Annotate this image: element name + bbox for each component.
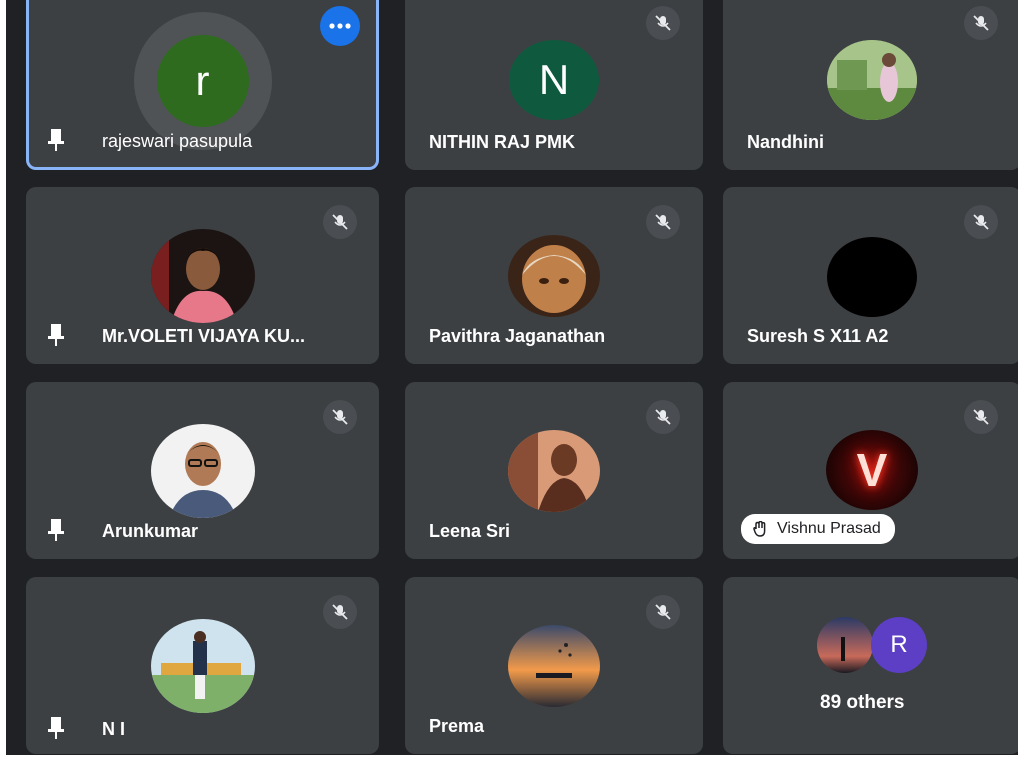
participant-name: Nandhini <box>747 132 824 152</box>
participant-name: Mr.VOLETI VIJAYA KU... <box>102 326 306 346</box>
participant-tile-rajeswari[interactable]: r rajeswari pasupula <box>26 0 379 170</box>
mic-off-icon <box>646 6 680 40</box>
avatar-photo <box>827 40 917 120</box>
avatar-photo <box>508 430 600 512</box>
participant-tile-leena[interactable]: Leena Sri <box>405 382 703 559</box>
raised-hand-icon <box>753 521 766 537</box>
avatar-photo <box>508 625 600 707</box>
pin-icon[interactable] <box>46 717 66 739</box>
participant-name: Vishnu Prasad <box>777 520 881 537</box>
participant-tile-prema[interactable]: Prema <box>405 577 703 754</box>
participant-name: Prema <box>429 716 485 736</box>
avatar-photo <box>827 237 917 317</box>
pin-icon[interactable] <box>46 324 66 346</box>
participant-name: Pavithra Jaganathan <box>429 326 606 346</box>
others-avatar-photo <box>817 617 873 673</box>
participant-tile-ni[interactable]: N I <box>26 577 379 754</box>
participant-name: NITHIN RAJ PMK <box>429 132 576 152</box>
others-count: 89 others <box>820 692 905 713</box>
participant-tile-suresh[interactable]: Suresh S X11 A2 <box>723 187 1018 364</box>
avatar: N <box>509 40 599 120</box>
participant-tile-arunkumar[interactable]: Arunkumar <box>26 382 379 559</box>
participant-tile-voleti[interactable]: Mr.VOLETI VIJAYA KU... <box>26 187 379 364</box>
mic-off-icon <box>323 205 357 239</box>
screenshot-edge <box>0 0 6 761</box>
avatar: V <box>826 430 918 510</box>
avatar: r <box>156 35 249 127</box>
mic-off-icon <box>323 400 357 434</box>
participant-tile-nithin[interactable]: N NITHIN RAJ PMK <box>405 0 703 170</box>
pin-icon[interactable] <box>46 519 66 541</box>
screenshot-edge <box>0 755 1018 761</box>
mic-off-icon <box>646 400 680 434</box>
participant-tile-pavithra[interactable]: Pavithra Jaganathan <box>405 187 703 364</box>
participant-name: rajeswari pasupula <box>102 131 253 151</box>
more-options-icon <box>329 23 351 29</box>
participant-name: N I <box>102 719 126 739</box>
more-options-button[interactable] <box>320 6 360 46</box>
pin-icon[interactable] <box>46 129 66 151</box>
mic-off-icon <box>964 6 998 40</box>
mic-off-icon <box>646 205 680 239</box>
avatar-photo <box>150 619 255 713</box>
avatar-photo <box>508 235 600 317</box>
others-avatar: R <box>871 617 927 673</box>
mic-off-icon <box>323 595 357 629</box>
participant-tile-nandhini[interactable]: Nandhini <box>723 0 1018 170</box>
participant-name: Suresh S X11 A2 <box>747 326 889 346</box>
avatar-photo <box>150 424 255 518</box>
mic-off-icon <box>964 205 998 239</box>
participant-name: Arunkumar <box>102 521 199 541</box>
mic-off-icon <box>964 400 998 434</box>
avatar-photo <box>150 229 255 323</box>
others-tile[interactable]: R 89 others <box>723 577 1018 754</box>
raised-hand-chip[interactable]: Vishnu Prasad <box>741 514 895 544</box>
mic-off-icon <box>646 595 680 629</box>
participant-tile-vishnu[interactable]: V Vishnu Prasad <box>723 382 1018 559</box>
participant-name: Leena Sri <box>429 521 511 541</box>
